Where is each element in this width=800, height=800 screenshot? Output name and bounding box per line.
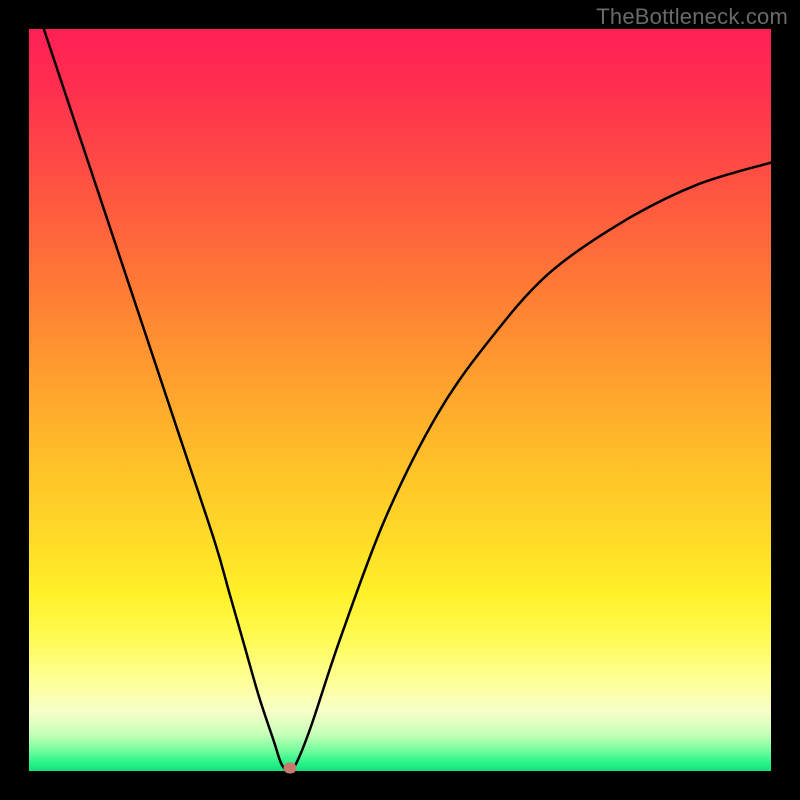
bottleneck-curve [29,29,771,771]
chart-frame: TheBottleneck.com [0,0,800,800]
plot-area [29,29,771,771]
watermark-text: TheBottleneck.com [596,4,788,30]
optimum-marker [284,763,297,774]
